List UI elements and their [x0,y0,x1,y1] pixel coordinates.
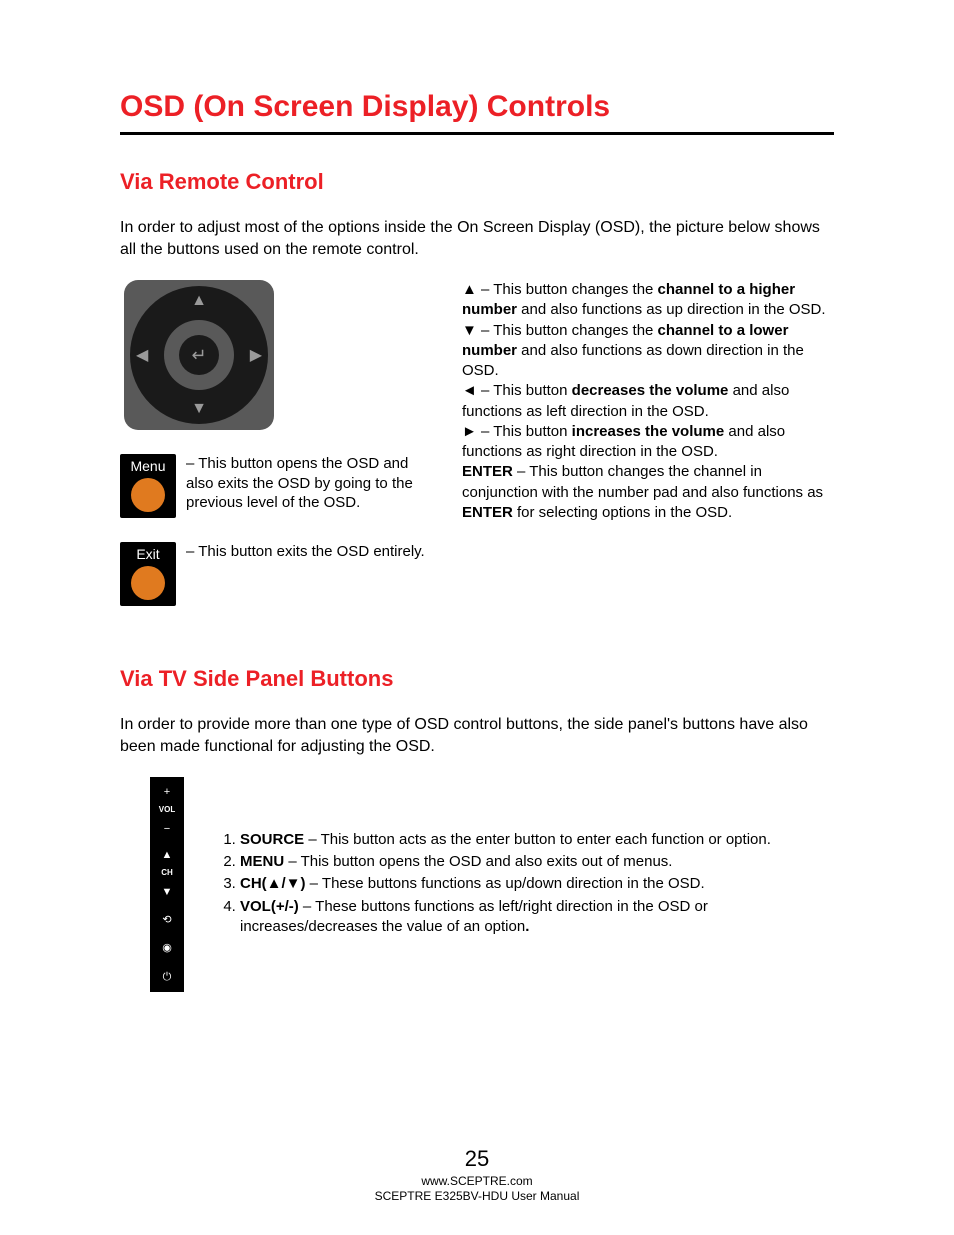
panel-source-icon: ⟲ [162,911,171,929]
enter-text-b: ENTER [462,463,517,480]
panel-ch-label: CH [161,866,173,881]
document-page: OSD (On Screen Display) Controls Via Rem… [0,0,954,1235]
panel-menu-icon: ◉ [162,939,172,957]
panel-power-icon: ⏻ [163,968,172,986]
dpad-right-icon: ▶ [250,345,262,365]
list-item: CH(▲/▼) – These buttons functions as up/… [240,874,834,894]
exit-button-row: Exit – This button exits the OSD entirel… [120,542,440,606]
remote-layout: ▲ ▼ ◀ ▶ ↵ Menu – This button opens the O… [120,280,834,606]
exit-button-icon: Exit [120,542,176,606]
item2-text: – This button opens the OSD and also exi… [284,853,672,870]
item1-text: – This button acts as the enter button t… [304,831,771,848]
exit-button-label: Exit [136,546,159,562]
left-arrow-icon: ◄ [462,382,477,399]
exit-button-desc: – This button exits the OSD entirely. [186,542,440,562]
menu-button-icon: Menu [120,454,176,518]
page-number: 25 [0,1145,954,1174]
menu-button-circle-icon [131,478,165,512]
down-text-a: – This button changes the [477,322,658,339]
dpad-icon: ▲ ▼ ◀ ▶ ↵ [124,280,274,430]
item4-bold: VOL(+/-) [240,898,299,915]
item1-bold: SOURCE [240,831,304,848]
right-text-bold: increases the volume [572,423,725,440]
remote-right-column: ▲ – This button changes the channel to a… [462,280,834,606]
left-text-a: – This button [477,382,572,399]
right-text-a: – This button [477,423,572,440]
list-item: MENU – This button opens the OSD and als… [240,852,834,872]
up-text-c: and also functions as up direction in th… [517,301,826,318]
list-item: VOL(+/-) – These buttons functions as le… [240,897,834,938]
footer-url: www.SCEPTRE.com [0,1174,954,1190]
dpad-ring: ↵ [164,320,234,390]
right-arrow-icon: ► [462,423,477,440]
left-button-desc: ◄ – This button decreases the volume and… [462,381,834,422]
item4-dot: . [525,918,529,935]
section2: Via TV Side Panel Buttons In order to pr… [120,666,834,991]
up-text-a: – This button changes the [477,281,658,298]
down-arrow-icon: ▼ [462,322,477,339]
panel-up-icon: ▲ [162,846,173,864]
item2-bold: MENU [240,853,284,870]
remote-left-column: ▲ ▼ ◀ ▶ ↵ Menu – This button opens the O… [120,280,440,606]
right-button-desc: ► – This button increases the volume and… [462,422,834,463]
page-footer: 25 www.SCEPTRE.com SCEPTRE E325BV-HDU Us… [0,1145,954,1205]
enter-text-a: – This button changes the channel in con… [462,463,823,500]
menu-button-label: Menu [130,458,165,474]
side-panel-layout: + VOL − ▲ CH ▼ ⟲ ◉ ⏻ SOURCE – This butto… [120,777,834,991]
dpad-up-icon: ▲ [191,292,207,310]
panel-minus-icon: − [164,820,170,838]
up-arrow-icon: ▲ [462,281,477,298]
exit-button-circle-icon [131,566,165,600]
section2-heading: Via TV Side Panel Buttons [120,666,834,692]
down-button-desc: ▼ – This button changes the channel to a… [462,321,834,382]
dpad-down-icon: ▼ [191,400,207,418]
title-rule [120,132,834,135]
enter-button-desc: ENTER – This button changes the channel … [462,462,834,523]
footer-manual: SCEPTRE E325BV-HDU User Manual [0,1189,954,1205]
page-title: OSD (On Screen Display) Controls [120,90,834,124]
enter-text-bold2: ENTER [462,504,513,521]
panel-vol-label: VOL [159,803,175,818]
list-item: SOURCE – This button acts as the enter b… [240,830,834,850]
dpad-left-icon: ◀ [136,345,148,365]
section1-intro: In order to adjust most of the options i… [120,217,834,260]
section2-intro: In order to provide more than one type o… [120,714,834,757]
panel-down-icon: ▼ [162,883,173,901]
dpad-enter-icon: ↵ [179,335,219,375]
item3-text: – These buttons functions as up/down dir… [306,875,705,892]
enter-text-d: for selecting options in the OSD. [513,504,732,521]
side-panel-list: SOURCE – This button acts as the enter b… [214,830,834,939]
item4-text: – These buttons functions as left/right … [240,898,708,935]
item3-bold: CH(▲/▼) [240,875,306,892]
left-text-bold: decreases the volume [572,382,729,399]
menu-button-desc: – This button opens the OSD and also exi… [186,454,440,513]
panel-plus-icon: + [164,783,170,801]
menu-button-row: Menu – This button opens the OSD and als… [120,454,440,518]
side-panel-icon: + VOL − ▲ CH ▼ ⟲ ◉ ⏻ [150,777,184,991]
section1-heading: Via Remote Control [120,169,834,195]
up-button-desc: ▲ – This button changes the channel to a… [462,280,834,321]
